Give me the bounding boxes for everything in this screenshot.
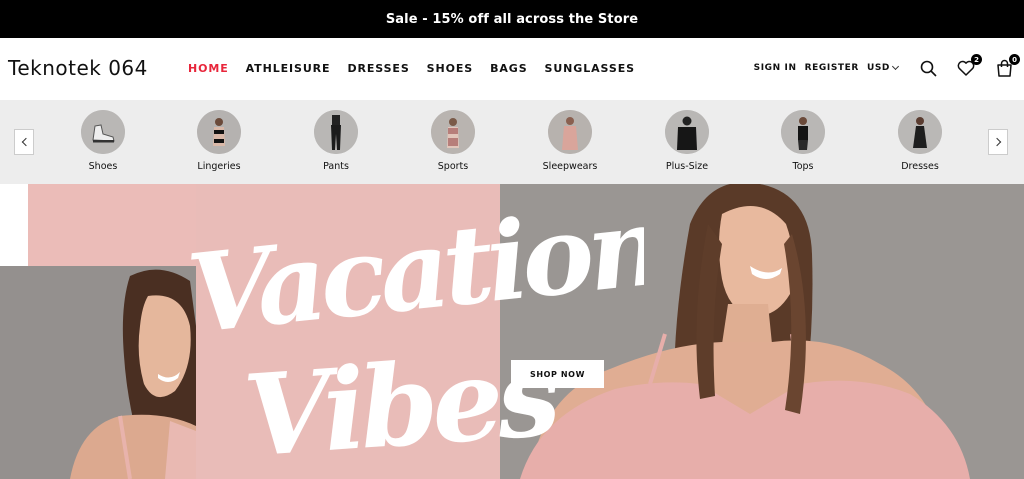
category-label: Pants bbox=[323, 161, 349, 172]
hero-headline-line1: Vacation bbox=[184, 184, 644, 358]
category-item-sleepwears[interactable]: Sleepwears bbox=[530, 110, 610, 172]
cart-button[interactable]: 0 bbox=[992, 54, 1020, 80]
hero-banner: Vacation Vibes SHOP NOW bbox=[0, 184, 1024, 479]
nav-home[interactable]: HOME bbox=[188, 62, 229, 75]
category-item-lingeries[interactable]: Lingeries bbox=[179, 110, 259, 172]
category-item-sports[interactable]: Sports bbox=[413, 110, 493, 172]
cart-count-badge: 0 bbox=[1009, 54, 1020, 65]
nav-bags[interactable]: BAGS bbox=[490, 62, 527, 75]
category-item-plus-size[interactable]: Plus-Size bbox=[647, 110, 727, 172]
category-item-shoes[interactable]: Shoes bbox=[63, 110, 143, 172]
search-icon bbox=[920, 60, 937, 77]
main-nav: HOME ATHLEISURE DRESSES SHOES BAGS SUNGL… bbox=[188, 62, 635, 75]
currency-selector[interactable]: USD bbox=[866, 62, 900, 73]
nav-athleisure[interactable]: ATHLEISURE bbox=[246, 62, 331, 75]
category-thumb-lingeries bbox=[197, 110, 241, 154]
hero-white-block bbox=[0, 184, 28, 266]
wishlist-button[interactable]: 2 bbox=[954, 54, 982, 80]
category-thumb-tops bbox=[781, 110, 825, 154]
carousel-next-button[interactable] bbox=[988, 129, 1008, 155]
category-item-pants[interactable]: Pants bbox=[296, 110, 376, 172]
search-button[interactable] bbox=[916, 56, 940, 80]
category-item-dresses[interactable]: Dresses bbox=[880, 110, 960, 172]
category-label: Lingeries bbox=[197, 161, 241, 172]
wishlist-count-badge: 2 bbox=[971, 54, 982, 65]
nav-dresses[interactable]: DRESSES bbox=[347, 62, 409, 75]
category-thumb-plus-size bbox=[665, 110, 709, 154]
announcement-text: Sale - 15% off all across the Store bbox=[385, 11, 639, 27]
hero-headline: Vacation Vibes bbox=[184, 184, 644, 474]
register-link[interactable]: REGISTER bbox=[805, 63, 859, 73]
category-thumb-pants bbox=[314, 110, 358, 154]
sign-in-link[interactable]: SIGN IN bbox=[754, 63, 797, 73]
header-actions: SIGN IN REGISTER USD 2 0 bbox=[754, 54, 1020, 80]
category-label: Sports bbox=[437, 161, 469, 172]
category-label: Sleepwears bbox=[542, 161, 598, 172]
hero-left-model-image bbox=[0, 266, 196, 479]
category-label: Dresses bbox=[901, 161, 939, 172]
category-carousel: Shoes Lingeries Pants Sports Sleepwears … bbox=[0, 100, 1024, 184]
site-logo[interactable]: Teknotek 064 bbox=[8, 56, 148, 80]
announcement-bar: Sale - 15% off all across the Store bbox=[0, 0, 1024, 38]
shop-now-button[interactable]: SHOP NOW bbox=[511, 360, 604, 388]
category-thumb-shoes bbox=[81, 110, 125, 154]
category-thumb-sports bbox=[431, 110, 475, 154]
nav-sunglasses[interactable]: SUNGLASSES bbox=[545, 62, 635, 75]
chevron-left-icon bbox=[21, 137, 30, 147]
category-item-tops[interactable]: Tops bbox=[763, 110, 843, 172]
category-label: Plus-Size bbox=[665, 161, 709, 172]
hero-headline-line2: Vibes bbox=[240, 330, 562, 474]
carousel-prev-button[interactable] bbox=[14, 129, 34, 155]
category-label: Shoes bbox=[88, 161, 118, 172]
category-thumb-sleepwears bbox=[548, 110, 592, 154]
currency-value: USD bbox=[866, 63, 890, 73]
chevron-down-icon bbox=[891, 62, 900, 71]
nav-shoes[interactable]: SHOES bbox=[427, 62, 473, 75]
category-label: Tops bbox=[792, 161, 814, 172]
category-thumb-dresses bbox=[898, 110, 942, 154]
chevron-right-icon bbox=[992, 137, 1001, 147]
site-header: Teknotek 064 HOME ATHLEISURE DRESSES SHO… bbox=[0, 38, 1024, 100]
